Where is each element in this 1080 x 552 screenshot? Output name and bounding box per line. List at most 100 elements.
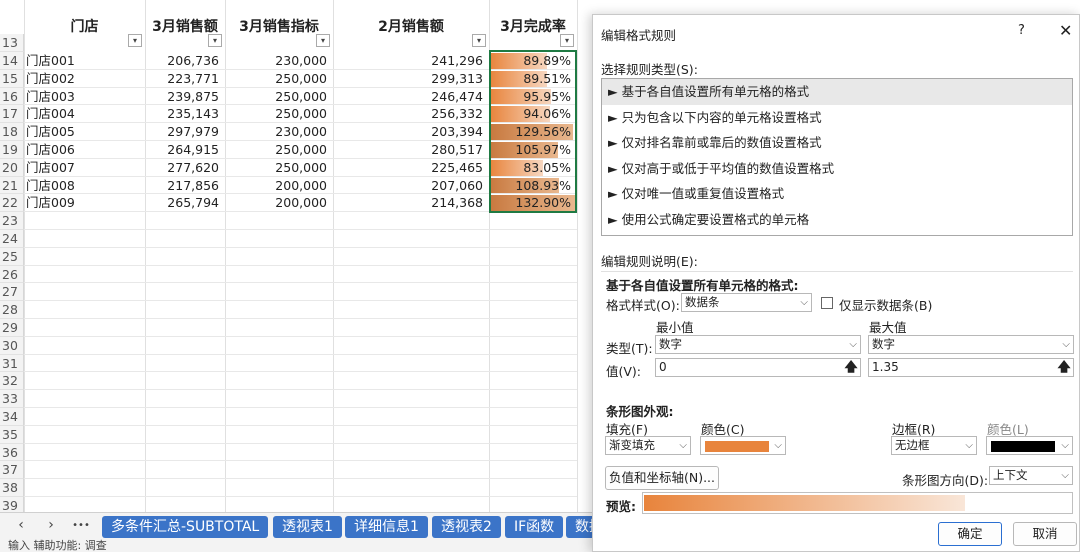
cell-feb-sales[interactable]: 246,474	[333, 88, 489, 106]
format-style-select[interactable]: 数据条 ⌵	[681, 293, 812, 312]
row-number[interactable]: 27	[0, 283, 24, 302]
row-number[interactable]: 35	[0, 425, 24, 444]
cell-mar-sales[interactable]: 265,794	[145, 194, 225, 212]
cell-mar-rate[interactable]: 89.51%	[489, 70, 577, 88]
row-number[interactable]: 30	[0, 336, 24, 355]
header-mar-target[interactable]: 3月销售指标	[225, 0, 333, 35]
filter-dropdown-store[interactable]: ▾	[128, 34, 142, 47]
filter-dropdown-feb-sales[interactable]: ▾	[472, 34, 486, 47]
cell-mar-rate[interactable]: 94.06%	[489, 105, 577, 123]
cell-feb-sales[interactable]: 207,060	[333, 177, 489, 195]
header-mar-rate[interactable]: 3月完成率	[489, 0, 577, 35]
bar-direction-select[interactable]: 上下文 ⌵	[989, 466, 1073, 485]
row-number[interactable]: 25	[0, 247, 24, 266]
cell-mar-rate[interactable]: 83.05%	[489, 159, 577, 177]
cell-mar-sales[interactable]: 239,875	[145, 88, 225, 106]
rule-type-item[interactable]: ► 基于各自值设置所有单元格的格式	[602, 79, 1072, 105]
sheet-tab-subtotal[interactable]: 多条件汇总-SUBTOTAL	[102, 516, 269, 538]
sheet-tab-pivot2[interactable]: 透视表2	[432, 516, 501, 538]
cell-mar-rate[interactable]: 132.90%	[489, 194, 577, 212]
fill-type-select[interactable]: 渐变填充 ⌵	[605, 436, 691, 455]
cell-mar-sales[interactable]: 206,736	[145, 52, 225, 70]
cell-store[interactable]: 门店005	[26, 123, 145, 141]
cell-store[interactable]: 门店009	[26, 194, 145, 212]
spreadsheet[interactable]: 门店 3月销售额 3月销售指标 2月销售额 3月完成率 ▾ ▾ ▾ ▾ ▾ 13…	[0, 0, 600, 552]
header-mar-sales[interactable]: 3月销售额	[145, 0, 225, 35]
range-select-icon[interactable]: 🡅	[1057, 359, 1071, 376]
row-number[interactable]: 16	[0, 87, 24, 106]
min-type-select[interactable]: 数字 ⌵	[655, 335, 861, 354]
negative-axis-button[interactable]: 负值和坐标轴(N)...	[605, 466, 719, 490]
cell-mar-target[interactable]: 250,000	[225, 159, 333, 177]
row-number[interactable]: 36	[0, 443, 24, 462]
cell-mar-sales[interactable]: 217,856	[145, 177, 225, 195]
close-icon[interactable]: ✕	[1059, 21, 1072, 40]
max-value-input[interactable]: 1.35	[868, 358, 1074, 377]
cell-feb-sales[interactable]: 225,465	[333, 159, 489, 177]
cell-mar-rate[interactable]: 89.89%	[489, 52, 577, 70]
tab-scroll-right-icon[interactable]: ›	[40, 517, 62, 533]
header-store[interactable]: 门店	[24, 0, 145, 35]
row-number[interactable]: 31	[0, 354, 24, 373]
rule-type-item[interactable]: ► 只为包含以下内容的单元格设置格式	[602, 105, 1072, 131]
row-number[interactable]: 24	[0, 230, 24, 248]
sheet-tab-details1[interactable]: 详细信息1	[345, 516, 428, 538]
row-number[interactable]: 33	[0, 390, 24, 408]
cell-mar-target[interactable]: 250,000	[225, 141, 333, 159]
range-select-icon[interactable]: 🡅	[844, 359, 858, 376]
ok-button[interactable]: 确定	[938, 522, 1002, 546]
show-bar-only-checkbox[interactable]	[821, 297, 833, 309]
tab-scroll-left-icon[interactable]: ‹	[10, 517, 32, 533]
row-number[interactable]: 22	[0, 194, 24, 213]
cell-mar-sales[interactable]: 264,915	[145, 141, 225, 159]
filter-dropdown-mar-sales[interactable]: ▾	[208, 34, 222, 47]
fill-color-picker[interactable]: ⌵	[700, 436, 786, 455]
cell-feb-sales[interactable]: 299,313	[333, 70, 489, 88]
cell-mar-target[interactable]: 250,000	[225, 88, 333, 106]
row-number[interactable]: 28	[0, 301, 24, 319]
filter-dropdown-mar-rate[interactable]: ▾	[560, 34, 574, 47]
cell-mar-sales[interactable]: 235,143	[145, 105, 225, 123]
row-number[interactable]: 18	[0, 123, 24, 141]
cell-store[interactable]: 门店003	[26, 88, 145, 106]
row-number[interactable]: 17	[0, 105, 24, 124]
header-feb-sales[interactable]: 2月销售额	[333, 0, 489, 35]
row-number[interactable]: 29	[0, 319, 24, 337]
cell-feb-sales[interactable]: 256,332	[333, 105, 489, 123]
help-icon[interactable]: ?	[1018, 23, 1025, 38]
row-number[interactable]: 20	[0, 158, 24, 177]
cell-mar-target[interactable]: 250,000	[225, 105, 333, 123]
max-type-select[interactable]: 数字 ⌵	[868, 335, 1074, 354]
cell-mar-sales[interactable]: 223,771	[145, 70, 225, 88]
rule-type-item[interactable]: ► 仅对排名靠前或靠后的数值设置格式	[602, 130, 1072, 156]
cell-store[interactable]: 门店002	[26, 70, 145, 88]
row-number[interactable]: 32	[0, 372, 24, 391]
cell-mar-rate[interactable]: 108.93%	[489, 177, 577, 195]
cancel-button[interactable]: 取消	[1013, 522, 1077, 546]
row-number[interactable]: 15	[0, 69, 24, 88]
rule-type-item[interactable]: ► 使用公式确定要设置格式的单元格	[602, 207, 1072, 233]
cell-store[interactable]: 门店001	[26, 52, 145, 70]
sheet-tab-if-function[interactable]: IF函数	[505, 516, 564, 538]
cell-mar-rate[interactable]: 95.95%	[489, 88, 577, 106]
cell-store[interactable]: 门店006	[26, 141, 145, 159]
row-number[interactable]: 34	[0, 408, 24, 426]
cell-mar-target[interactable]: 230,000	[225, 123, 333, 141]
cell-feb-sales[interactable]: 214,368	[333, 194, 489, 212]
row-number[interactable]: 38	[0, 479, 24, 497]
border-color-picker[interactable]: ⌵	[986, 436, 1073, 455]
sheet-tab-pivot1[interactable]: 透视表1	[273, 516, 342, 538]
cell-mar-target[interactable]: 200,000	[225, 177, 333, 195]
row-number[interactable]: 26	[0, 265, 24, 284]
filter-dropdown-mar-target[interactable]: ▾	[316, 34, 330, 47]
row-number[interactable]: 23	[0, 212, 24, 230]
border-type-select[interactable]: 无边框 ⌵	[891, 436, 977, 455]
row-number[interactable]: 14	[0, 52, 24, 70]
cell-mar-sales[interactable]: 277,620	[145, 159, 225, 177]
cell-mar-target[interactable]: 230,000	[225, 52, 333, 70]
row-number[interactable]: 21	[0, 176, 24, 195]
min-value-input[interactable]: 0	[655, 358, 861, 377]
cell-mar-sales[interactable]: 297,979	[145, 123, 225, 141]
cell-feb-sales[interactable]: 203,394	[333, 123, 489, 141]
cell-store[interactable]: 门店007	[26, 159, 145, 177]
